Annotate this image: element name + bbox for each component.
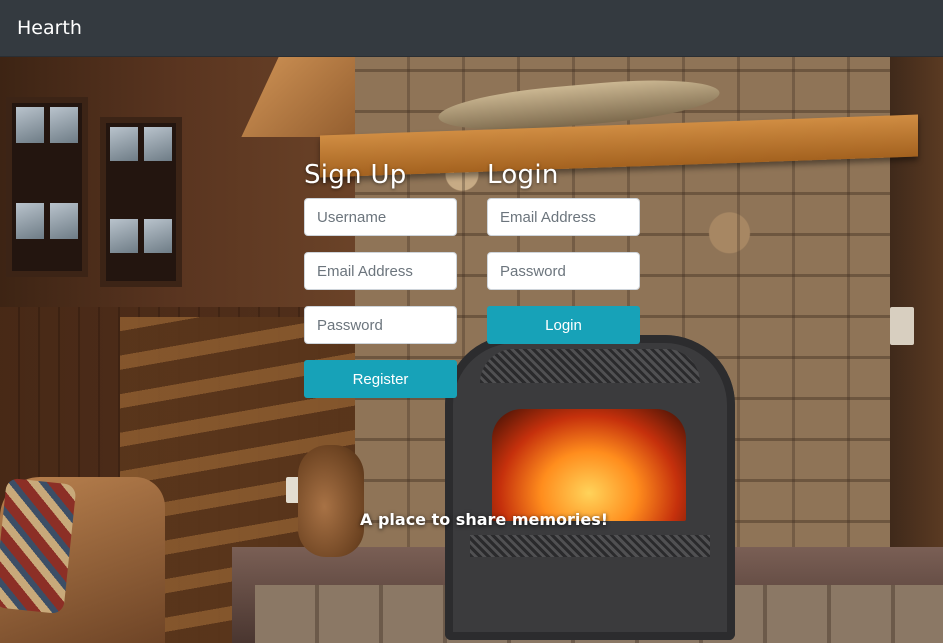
signup-username-input[interactable] [304, 198, 457, 236]
register-button[interactable]: Register [304, 360, 457, 398]
login-button[interactable]: Login [487, 306, 640, 344]
window-pane [50, 203, 78, 239]
wall-switch [890, 307, 914, 345]
tagline: A place to share memories! [360, 510, 609, 529]
window-pane [16, 107, 44, 143]
window-pane [16, 203, 44, 239]
signup-form: Sign Up Register [304, 160, 457, 398]
window-pane [110, 219, 138, 253]
login-title: Login [487, 160, 559, 190]
fireplace-bottom-grille [470, 535, 710, 557]
window-right [100, 117, 182, 287]
fireplace-top-grille [480, 349, 700, 383]
brand-link[interactable]: Hearth [17, 17, 82, 39]
navbar: Hearth [0, 0, 943, 57]
clay-vase [298, 445, 364, 557]
signup-title: Sign Up [304, 160, 407, 190]
background-image [0, 57, 943, 643]
login-email-input[interactable] [487, 198, 640, 236]
window-pane [50, 107, 78, 143]
login-password-input[interactable] [487, 252, 640, 290]
window-pane [110, 127, 138, 161]
window-pane [144, 127, 172, 161]
signup-password-input[interactable] [304, 306, 457, 344]
login-form: Login Login [487, 160, 640, 344]
fire-flames [492, 409, 686, 521]
signup-email-input[interactable] [304, 252, 457, 290]
window-pane [144, 219, 172, 253]
window-left [6, 97, 88, 277]
patterned-pillow [0, 477, 77, 615]
